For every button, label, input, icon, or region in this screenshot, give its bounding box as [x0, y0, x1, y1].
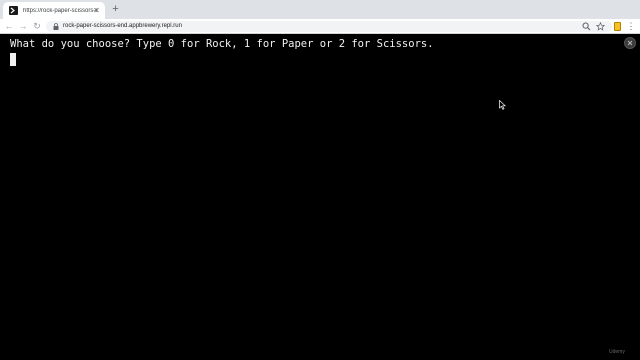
- terminal-prompt: What do you choose? Type 0 for Rock, 1 f…: [10, 38, 434, 50]
- plus-icon[interactable]: +: [110, 4, 121, 15]
- extension-icon[interactable]: [614, 22, 621, 31]
- arrow-left-icon[interactable]: ←: [3, 20, 15, 32]
- search-icon[interactable]: [582, 22, 591, 31]
- browser-tabstrip: https://rock-paper-scissors-end.appbrewe…: [0, 0, 640, 19]
- close-circle-icon[interactable]: [624, 37, 636, 49]
- udemy-watermark: Udemy: [609, 349, 625, 355]
- browser-toolbar: ← → ↻ rock-paper-scissors-end.appbrewery…: [0, 19, 640, 34]
- lock-icon: [53, 23, 59, 30]
- kebab-menu-icon[interactable]: ⋮: [626, 21, 636, 32]
- repl-icon: [9, 6, 18, 15]
- url-text: rock-paper-scissors-end.appbrewery.repl.…: [63, 23, 182, 29]
- mouse-pointer-icon: [499, 100, 506, 110]
- address-bar[interactable]: rock-paper-scissors-end.appbrewery.repl.…: [46, 21, 612, 32]
- arrow-right-icon[interactable]: →: [17, 20, 29, 32]
- browser-tab[interactable]: https://rock-paper-scissors-end.appbrewe…: [3, 2, 105, 19]
- reload-icon[interactable]: ↻: [31, 20, 43, 32]
- terminal-cursor[interactable]: [10, 53, 16, 66]
- star-icon[interactable]: [596, 22, 605, 31]
- close-icon[interactable]: ✕: [92, 6, 101, 15]
- tab-title: https://rock-paper-scissors-end.appbrewe…: [23, 7, 97, 14]
- terminal-viewport[interactable]: What do you choose? Type 0 for Rock, 1 f…: [0, 34, 640, 360]
